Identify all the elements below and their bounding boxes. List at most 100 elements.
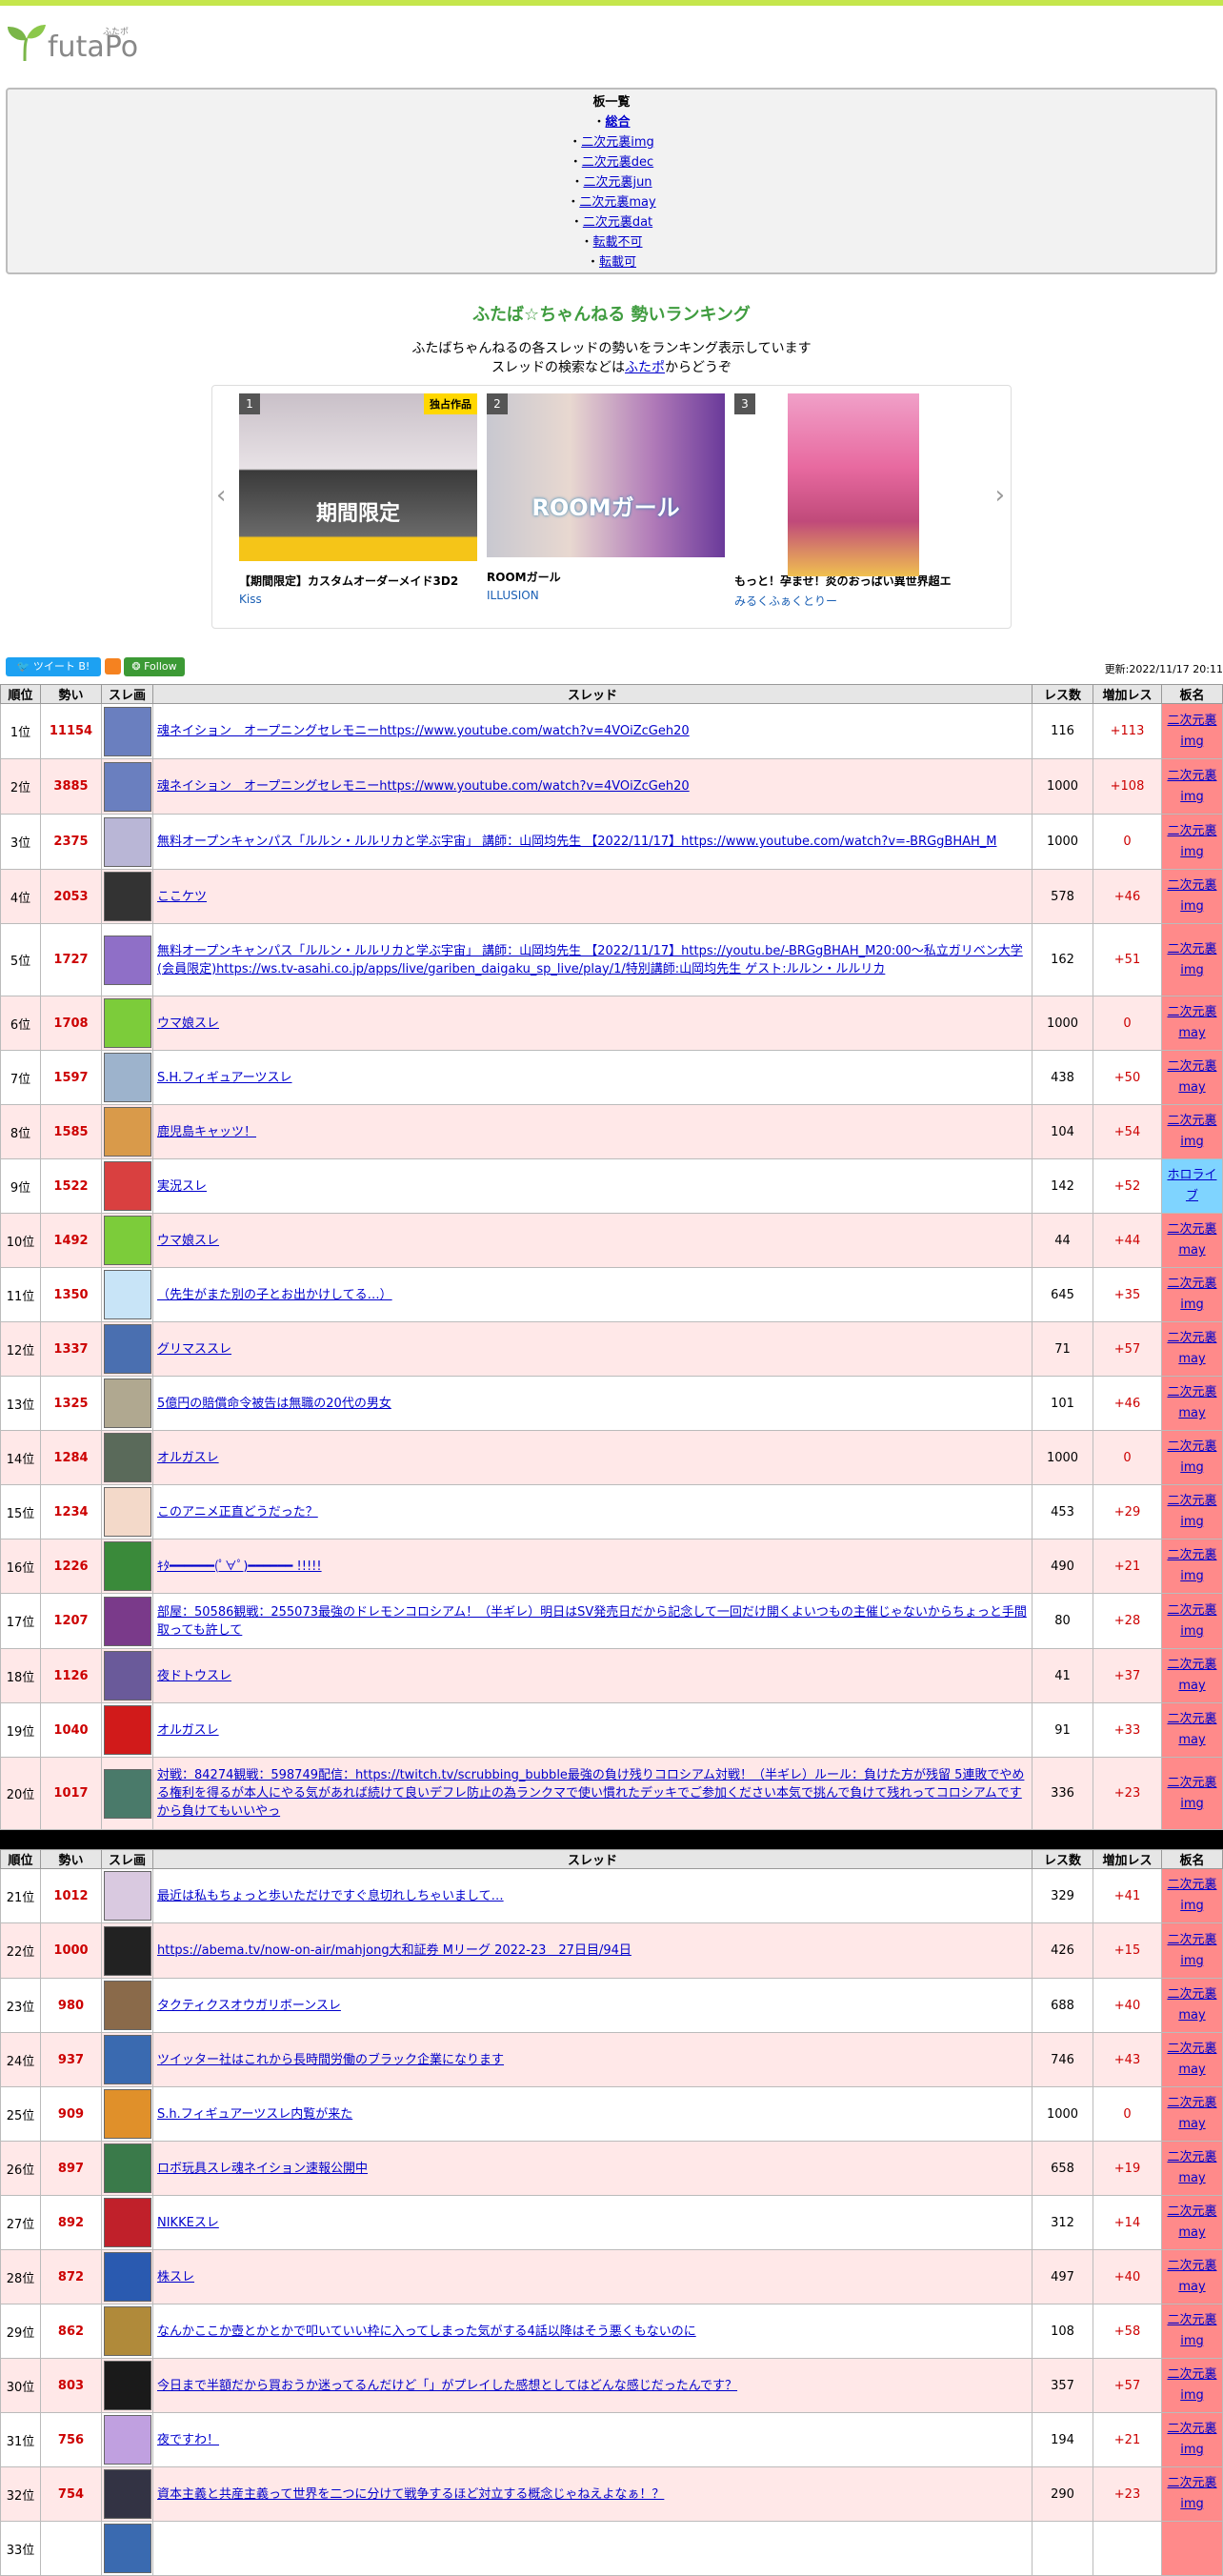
- thread-thumbnail[interactable]: [101, 2412, 153, 2467]
- thread-link[interactable]: ツイッター社はこれから長時間労働のブラック企業になります: [157, 2053, 504, 2067]
- thread-link[interactable]: ウマ娘スレ: [157, 1234, 219, 1248]
- thread-thumbnail[interactable]: [101, 1922, 153, 1979]
- thumbnail-image[interactable]: [104, 1433, 151, 1482]
- thumbnail-image[interactable]: [104, 2361, 151, 2410]
- thread-thumbnail[interactable]: [101, 869, 153, 924]
- thread-thumbnail[interactable]: [101, 2304, 153, 2359]
- carousel-card[interactable]: ROOMガール 2 ROOMガール ILLUSION: [487, 393, 725, 602]
- thumbnail-image[interactable]: [104, 2143, 151, 2193]
- futapo-link[interactable]: ふたポ: [625, 360, 665, 375]
- thread-thumbnail[interactable]: [101, 1539, 153, 1594]
- board-name-link[interactable]: 二次元裏img: [1167, 1776, 1216, 1811]
- thread-thumbnail[interactable]: [101, 2141, 153, 2196]
- board-name-link[interactable]: 二次元裏may: [1167, 2042, 1216, 2077]
- thread-link[interactable]: グリマススレ: [157, 1342, 231, 1357]
- thread-thumbnail[interactable]: [101, 2358, 153, 2413]
- board-name-link[interactable]: 二次元裏may: [1167, 2259, 1216, 2294]
- board-name-link[interactable]: 二次元裏may: [1167, 1331, 1216, 1366]
- thumbnail-image[interactable]: [104, 1705, 151, 1755]
- rss-icon[interactable]: [105, 658, 121, 674]
- thread-link[interactable]: ロボ玩具スレ魂ネイション速報公開中: [157, 2162, 368, 2176]
- thread-thumbnail[interactable]: [101, 758, 153, 815]
- product-image[interactable]: ROOMガール: [487, 393, 725, 557]
- thumbnail-image[interactable]: [104, 1324, 151, 1374]
- board-name-link[interactable]: 二次元裏img: [1167, 942, 1216, 977]
- thumbnail-image[interactable]: [104, 1270, 151, 1319]
- thumbnail-image[interactable]: [104, 2089, 151, 2139]
- thumbnail-image[interactable]: [104, 1651, 151, 1701]
- thread-thumbnail[interactable]: [101, 1757, 153, 1830]
- board-name-link[interactable]: 二次元裏img: [1167, 824, 1216, 859]
- board-name-link[interactable]: 二次元裏img: [1167, 1933, 1216, 1968]
- board-name-link[interactable]: 二次元裏may: [1167, 1712, 1216, 1747]
- thumbnail-image[interactable]: [104, 1161, 151, 1211]
- thumbnail-image[interactable]: [104, 1596, 151, 1646]
- thread-link[interactable]: 株スレ: [157, 2270, 194, 2284]
- thread-thumbnail[interactable]: [101, 996, 153, 1051]
- product-maker[interactable]: Kiss: [239, 593, 477, 606]
- thumbnail-image[interactable]: [104, 1487, 151, 1537]
- site-logo[interactable]: futaPo ふたポ: [0, 6, 1223, 82]
- thread-link[interactable]: 夜ドトウスレ: [157, 1669, 231, 1683]
- board-name-link[interactable]: 二次元裏img: [1167, 769, 1216, 804]
- board-name-link[interactable]: 二次元裏img: [1167, 1277, 1216, 1312]
- product-image[interactable]: 独占作品 期間限定: [239, 393, 477, 561]
- board-name-link[interactable]: 二次元裏img: [1167, 878, 1216, 914]
- board-name-link[interactable]: 二次元裏may: [1167, 1005, 1216, 1040]
- thumbnail-image[interactable]: [104, 1925, 151, 1976]
- thread-thumbnail[interactable]: [101, 1213, 153, 1268]
- thumbnail-image[interactable]: [104, 935, 151, 985]
- thread-thumbnail[interactable]: [101, 923, 153, 996]
- board-name-link[interactable]: 二次元裏img: [1167, 1439, 1216, 1475]
- thread-link[interactable]: なんかここか壺とかとかで叩いていい枠に入ってしまった気がする4話以降はそう悪くも…: [157, 2324, 696, 2339]
- thumbnail-image[interactable]: [104, 1216, 151, 1265]
- thread-thumbnail[interactable]: [101, 2086, 153, 2142]
- thread-thumbnail[interactable]: [101, 2466, 153, 2522]
- product-maker[interactable]: みるくふぁくとりー: [734, 593, 972, 609]
- board-link-repost-ok[interactable]: 転載可: [599, 255, 636, 270]
- thumbnail-image[interactable]: [104, 1053, 151, 1102]
- thread-thumbnail[interactable]: [101, 1050, 153, 1105]
- thumbnail-image[interactable]: [104, 816, 151, 867]
- board-name-link[interactable]: 二次元裏img: [1167, 714, 1216, 749]
- thread-thumbnail[interactable]: [101, 1648, 153, 1703]
- thumbnail-image[interactable]: [104, 1379, 151, 1428]
- thread-link[interactable]: 資本主義と共産主義って世界を二つに分けて戦争するほど対立する概念じゃねえよなぁ！…: [157, 2487, 664, 2502]
- board-link-jun[interactable]: 二次元裏jun: [583, 175, 652, 190]
- thumbnail-image[interactable]: [104, 761, 151, 812]
- board-name-link[interactable]: 二次元裏img: [1167, 2422, 1216, 2457]
- follow-button[interactable]: ❂ Follow: [124, 657, 185, 676]
- board-link-no-repost[interactable]: 転載不可: [593, 235, 643, 250]
- thumbnail-image[interactable]: [104, 1981, 151, 2030]
- board-name-link[interactable]: 二次元裏img: [1167, 1548, 1216, 1583]
- board-link-img[interactable]: 二次元裏img: [581, 135, 654, 150]
- thread-link[interactable]: 5億円の賠償命令被告は無職の20代の男女: [157, 1397, 391, 1411]
- thread-link[interactable]: タクティクスオウガリボーンスレ: [157, 1999, 341, 2013]
- thread-link[interactable]: オルガスレ: [157, 1451, 219, 1465]
- thumbnail-image[interactable]: [104, 706, 151, 756]
- thread-thumbnail[interactable]: [101, 2032, 153, 2087]
- board-name-link[interactable]: 二次元裏img: [1167, 1114, 1216, 1149]
- product-title[interactable]: ROOMガール: [487, 569, 725, 585]
- board-name-link[interactable]: 二次元裏img: [1167, 2313, 1216, 2348]
- thumbnail-image[interactable]: [104, 2415, 151, 2465]
- thumbnail-image[interactable]: [104, 2524, 151, 2573]
- thread-link[interactable]: オルガスレ: [157, 1723, 219, 1738]
- board-link-may[interactable]: 二次元裏may: [579, 195, 655, 210]
- board-name-link[interactable]: 二次元裏may: [1167, 1658, 1216, 1693]
- board-name-link[interactable]: 二次元裏may: [1167, 1222, 1216, 1258]
- thumbnail-image[interactable]: [104, 2198, 151, 2247]
- thread-thumbnail[interactable]: [101, 1376, 153, 1431]
- thread-thumbnail[interactable]: [101, 1321, 153, 1377]
- thread-link[interactable]: 無料オープンキャンパス「ルルン・ルルリカと学ぶ宇宙」 講師：山岡均先生 【202…: [157, 835, 997, 849]
- thread-link[interactable]: NIKKEスレ: [157, 2216, 219, 2230]
- board-name-link[interactable]: 二次元裏img: [1167, 2367, 1216, 2403]
- board-name-link[interactable]: 二次元裏img: [1167, 1603, 1216, 1639]
- thread-thumbnail[interactable]: [101, 1158, 153, 1214]
- thumbnail-image[interactable]: [104, 2469, 151, 2519]
- thumbnail-image[interactable]: [104, 1871, 151, 1921]
- thread-thumbnail[interactable]: [101, 2521, 153, 2576]
- thread-link[interactable]: このアニメ正直どうだった？: [157, 1505, 318, 1519]
- thread-link[interactable]: 対戦：84274観戦：598749配信：https://twitch.tv/sc…: [157, 1768, 1024, 1819]
- board-name-link[interactable]: 二次元裏img: [1167, 2476, 1216, 2511]
